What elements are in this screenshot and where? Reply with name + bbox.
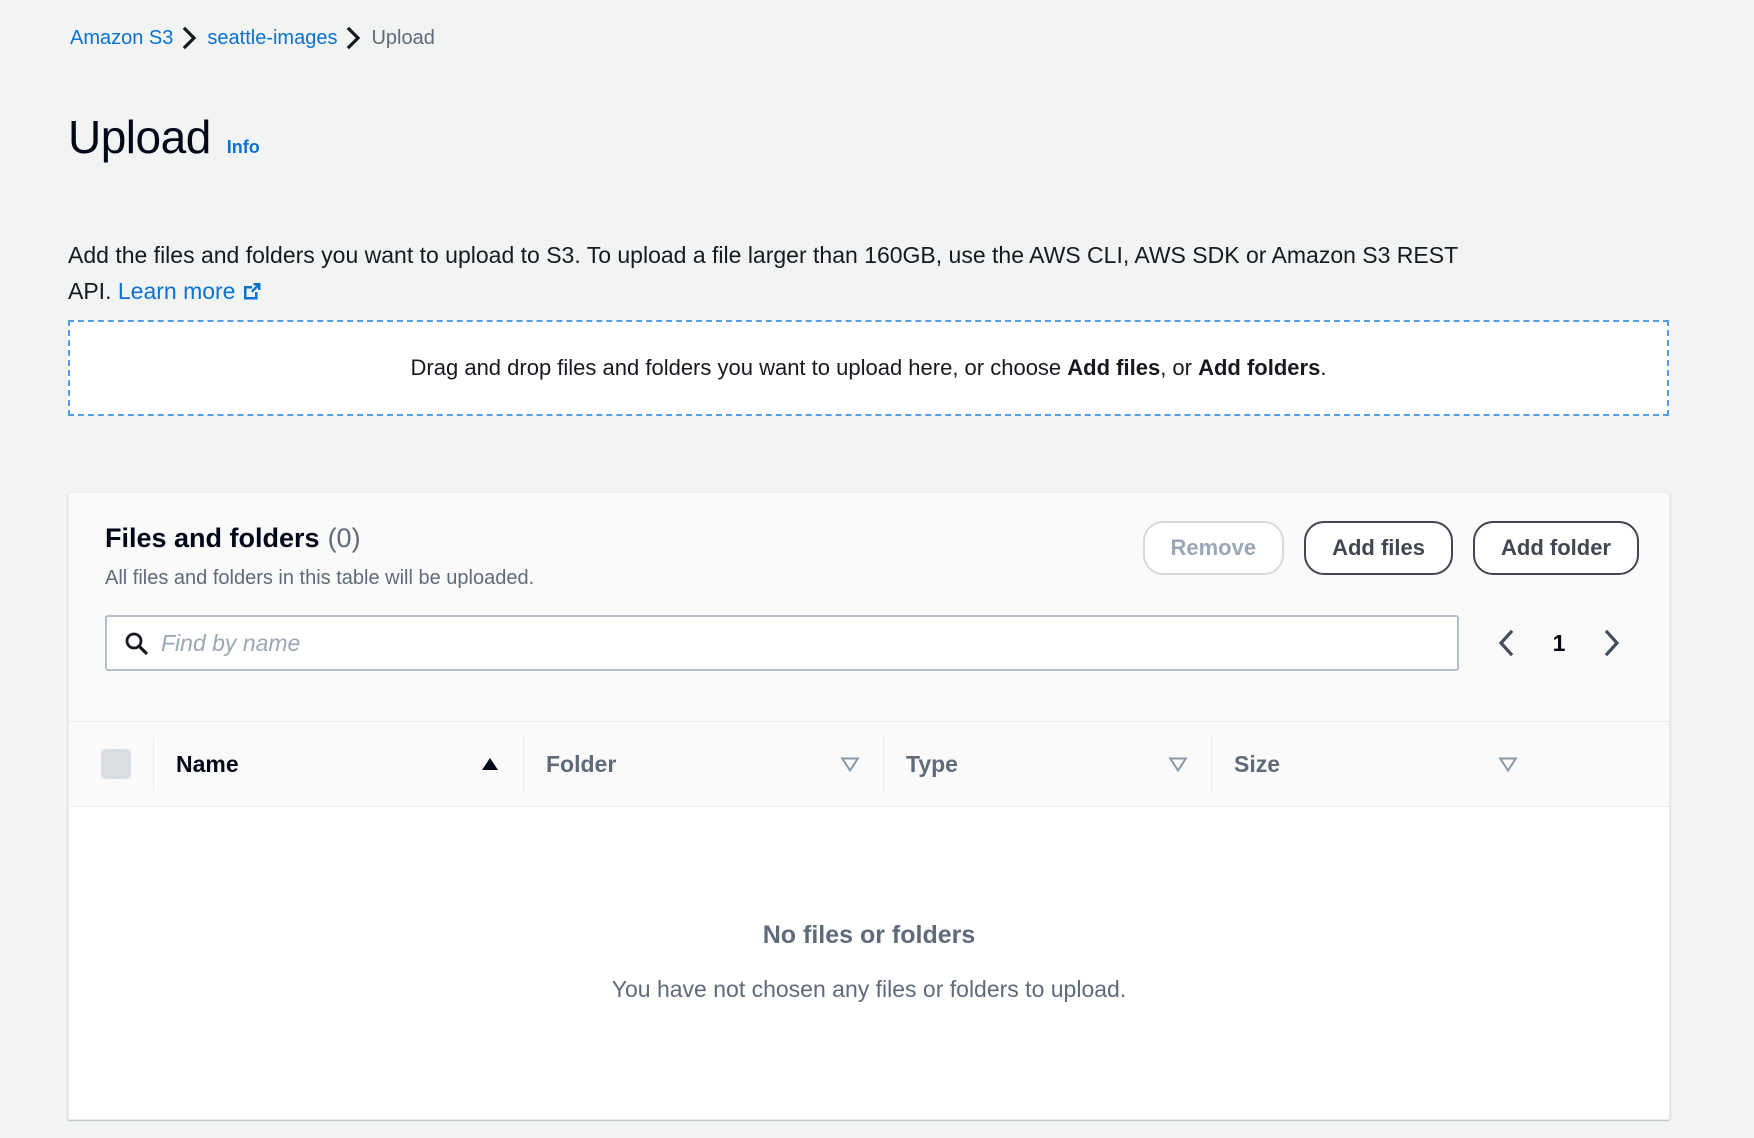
dropzone-add-files-emphasis: Add files [1067,355,1160,380]
files-and-folders-card: Files and folders (0) All files and fold… [68,492,1670,1120]
sort-none-icon [1167,754,1189,774]
sort-none-icon [839,754,861,774]
table-filter-row: 1 [105,615,1639,671]
search-box[interactable] [105,615,1459,671]
pagination: 1 [1479,616,1639,670]
column-header-folder-label: Folder [546,751,616,778]
search-icon [121,628,151,658]
upload-dropzone[interactable]: Drag and drop files and folders you want… [68,320,1669,416]
previous-page-button[interactable] [1479,616,1533,670]
dropzone-add-folders-emphasis: Add folders [1198,355,1320,380]
description-text: Add the files and folders you want to up… [68,242,1458,304]
sort-none-icon [1497,754,1519,774]
column-header-type[interactable]: Type [883,737,1211,791]
chevron-right-icon [337,26,371,50]
card-title-label: Files and folders [105,521,320,555]
column-header-folder[interactable]: Folder [523,737,883,791]
external-link-icon [241,280,263,302]
sort-ascending-icon [479,754,501,774]
empty-state-subtitle: You have not chosen any files or folders… [612,976,1126,1003]
card-actions: Remove Add files Add folder [1143,521,1640,575]
card-item-count: (0) [328,521,361,555]
dropzone-text-before: Drag and drop files and folders you want… [411,355,1068,380]
select-all-checkbox[interactable] [101,749,131,779]
column-header-name-label: Name [176,751,239,778]
select-all-checkbox-cell [101,737,153,791]
learn-more-label: Learn more [118,278,236,304]
files-table: Name Folder Type [69,721,1669,1117]
page-title: Upload [68,110,211,164]
dropzone-text: Drag and drop files and folders you want… [411,354,1327,382]
next-page-button[interactable] [1585,616,1639,670]
add-folder-button[interactable]: Add folder [1473,521,1639,575]
upload-page: Amazon S3 seattle-images Upload Upload I… [0,0,1754,1138]
card-header: Files and folders (0) All files and fold… [69,493,1669,721]
info-link[interactable]: Info [227,137,260,158]
page-description: Add the files and folders you want to up… [68,237,1498,309]
empty-state-title: No files or folders [763,921,976,950]
table-header-row: Name Folder Type [69,722,1669,807]
search-input[interactable] [159,616,1443,670]
page-header: Upload Info [68,110,260,164]
breadcrumb: Amazon S3 seattle-images Upload [70,26,435,50]
learn-more-link[interactable]: Learn more [118,278,264,304]
dropzone-text-middle: , or [1160,355,1198,380]
column-header-name[interactable]: Name [153,737,523,791]
table-empty-state: No files or folders You have not chosen … [69,807,1669,1117]
breadcrumb-item-amazon-s3[interactable]: Amazon S3 [70,26,173,50]
column-header-type-label: Type [906,751,958,778]
column-header-size[interactable]: Size [1211,737,1541,791]
breadcrumb-item-seattle-images[interactable]: seattle-images [207,26,337,50]
dropzone-text-after: . [1320,355,1326,380]
remove-button[interactable]: Remove [1143,521,1285,575]
breadcrumb-item-upload: Upload [371,26,434,50]
current-page-number[interactable]: 1 [1539,630,1579,657]
column-header-size-label: Size [1234,751,1280,778]
chevron-right-icon [173,26,207,50]
add-files-button[interactable]: Add files [1304,521,1453,575]
